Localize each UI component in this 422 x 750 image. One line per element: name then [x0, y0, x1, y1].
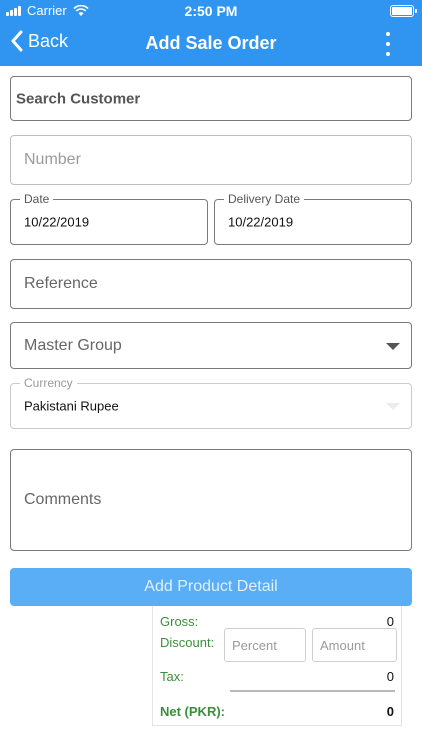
delivery-date-value: 10/22/2019: [228, 214, 294, 230]
comments-placeholder: Comments: [24, 491, 102, 508]
search-customer-placeholder: Search Customer: [16, 90, 141, 107]
amount-placeholder: Amount: [320, 638, 365, 653]
number-input[interactable]: Number: [10, 135, 412, 185]
order-summary: Gross: 0 Discount: Percent Amount Tax: 0…: [152, 606, 402, 726]
dropdown-caret-icon: [386, 403, 400, 410]
back-label: Back: [28, 30, 69, 51]
delivery-date-label: Delivery Date: [224, 192, 305, 206]
dropdown-caret-icon: [386, 342, 400, 350]
battery-icon: [390, 5, 417, 17]
gross-value: 0: [386, 614, 394, 629]
reference-input[interactable]: Reference: [10, 259, 412, 309]
tax-value: 0: [386, 669, 394, 684]
status-time: 2:50 PM: [184, 3, 238, 19]
delivery-date-field[interactable]: Delivery Date 10/22/2019: [214, 192, 412, 245]
navigation-bar: Back Add Sale Order: [0, 22, 422, 66]
currency-value: Pakistani Rupee: [24, 398, 119, 414]
currency-label: Currency: [20, 376, 77, 390]
search-customer-input[interactable]: Search Customer: [10, 76, 412, 121]
percent-placeholder: Percent: [232, 638, 277, 653]
number-placeholder: Number: [24, 151, 81, 168]
date-value: 10/22/2019: [24, 214, 90, 230]
master-group-placeholder: Master Group: [24, 336, 122, 354]
status-bar: Carrier 2:50 PM: [0, 0, 422, 22]
currency-select[interactable]: Currency Pakistani Rupee: [10, 376, 412, 429]
comments-input[interactable]: Comments: [10, 449, 412, 551]
tax-divider: [230, 690, 395, 692]
back-chevron-icon: [11, 30, 23, 52]
discount-percent-input[interactable]: Percent: [224, 628, 306, 662]
reference-placeholder: Reference: [24, 275, 98, 292]
add-product-detail-button[interactable]: Add Product Detail: [10, 568, 412, 606]
app-header: Carrier 2:50 PM Back Add Sale Order: [0, 0, 422, 66]
discount-amount-input[interactable]: Amount: [312, 628, 397, 662]
date-label: Date: [20, 192, 54, 206]
date-field[interactable]: Date 10/22/2019: [10, 192, 208, 245]
more-vertical-icon[interactable]: [384, 32, 392, 56]
master-group-select[interactable]: Master Group: [10, 322, 412, 369]
net-label: Net (PKR):: [160, 704, 225, 719]
discount-label: Discount:: [160, 635, 215, 650]
tax-label: Tax:: [160, 669, 184, 684]
net-value: 0: [386, 704, 394, 719]
gross-label: Gross:: [160, 614, 199, 629]
back-button[interactable]: Back: [10, 30, 68, 52]
